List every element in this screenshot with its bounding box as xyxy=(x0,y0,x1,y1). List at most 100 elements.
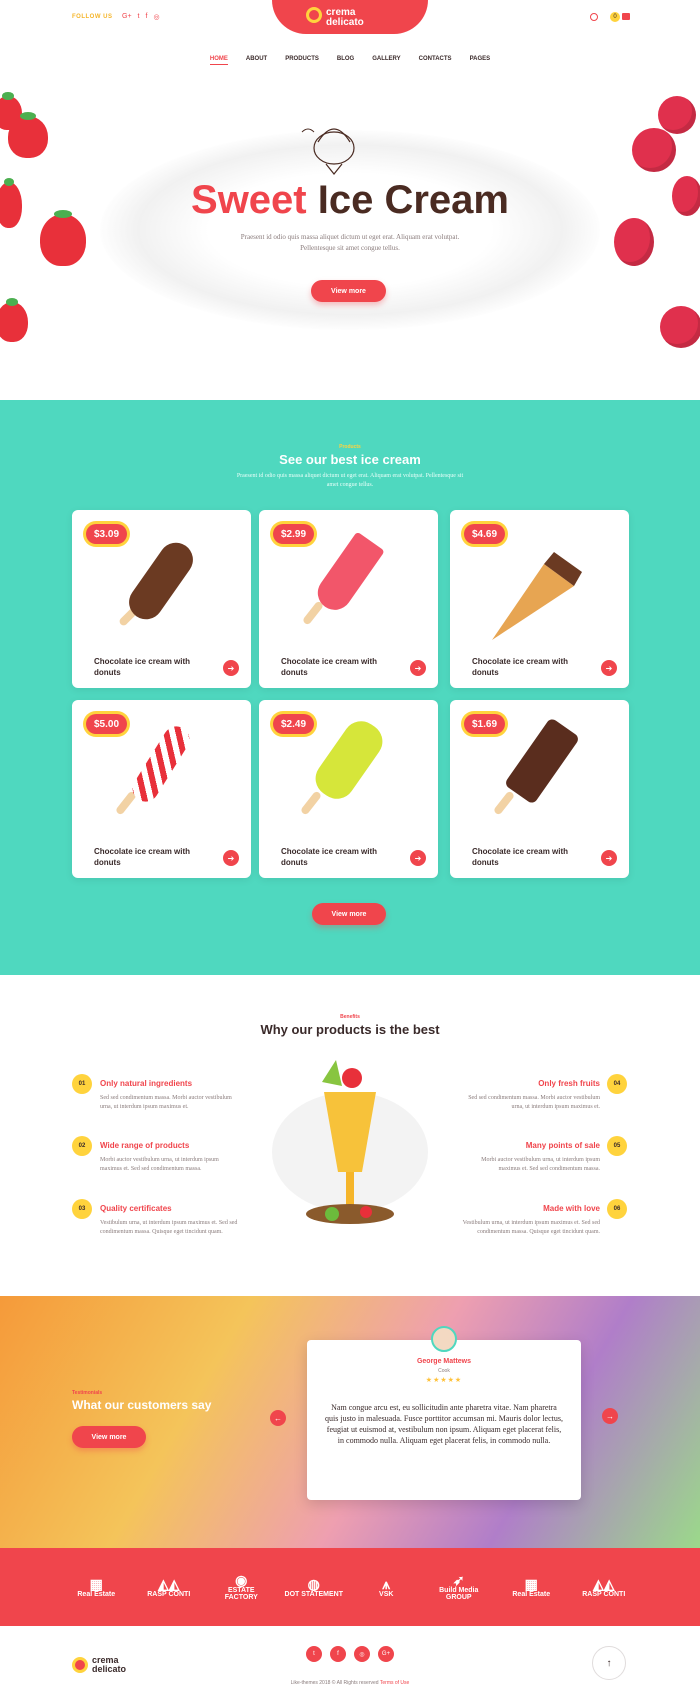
benefit-number: 01 xyxy=(72,1074,92,1094)
search-icon[interactable] xyxy=(590,13,598,21)
follow-us-label: FOLLOW US xyxy=(72,14,113,20)
price-badge: $2.49 xyxy=(273,714,315,734)
partner-label: ESTATE FACTORY xyxy=(224,1587,258,1601)
watermelon-popsicle-image xyxy=(311,531,385,617)
partner-label: Real Estate xyxy=(77,1590,116,1598)
partner-logo: ▦ Real Estate xyxy=(66,1577,126,1598)
benefit-text: Vestibulum urna, ut interdum ipsum maxim… xyxy=(100,1220,238,1235)
arrow-right-icon[interactable]: ➔ xyxy=(601,660,617,676)
nav-pages[interactable]: PAGES xyxy=(470,56,491,65)
benefit-number: 05 xyxy=(607,1136,627,1156)
benefit-title: Only natural ingredients xyxy=(100,1079,193,1088)
hero-title-ice-cream: Ice Cream xyxy=(317,178,509,222)
arrow-right-icon[interactable]: ➔ xyxy=(223,850,239,866)
testimonial-quote: Nam congue arcu est, eu sollicitudin ant… xyxy=(325,1403,563,1445)
partner-logo: ◉ ESTATE FACTORY xyxy=(211,1573,271,1601)
cart-count-badge: 0 xyxy=(610,12,620,22)
popsicle-stick xyxy=(299,790,323,816)
nav-gallery[interactable]: GALLERY xyxy=(372,56,400,65)
price-badge: $1.69 xyxy=(464,714,506,734)
benefit-title: Wide range of products xyxy=(100,1141,190,1150)
copyright-text: Like-themes 2018 © All Rights reserved xyxy=(290,1680,379,1686)
ice-cream-sketch-icon xyxy=(301,128,355,175)
partner-label: Real Estate xyxy=(512,1590,551,1598)
twitter-icon[interactable]: t xyxy=(138,13,140,21)
testimonials-kicker: Testimonials xyxy=(72,1390,103,1396)
instagram-icon[interactable]: ◎ xyxy=(153,13,159,21)
hero-title-sweet: Sweet xyxy=(191,178,307,222)
nav-products[interactable]: PRODUCTS xyxy=(285,56,319,65)
chocolate-bar-popsicle-image xyxy=(503,717,581,805)
benefit-text: Sed sed condimentum massa. Morbi auctor … xyxy=(468,1095,600,1110)
customer-role: Cook xyxy=(438,1368,450,1374)
customer-name: George Mattews xyxy=(416,1358,472,1365)
arrow-right-icon[interactable]: ➔ xyxy=(410,660,426,676)
price-badge: $3.09 xyxy=(86,524,128,544)
arrow-right-icon[interactable]: ➔ xyxy=(410,850,426,866)
benefit-title: Made with love xyxy=(543,1204,600,1213)
products-subtitle: Praesent id odio quis massa aliquet dict… xyxy=(236,473,464,488)
price-badge: $5.00 xyxy=(86,714,128,734)
product-name: Chocolate ice cream with donuts xyxy=(281,847,378,867)
arrow-right-icon[interactable]: ➔ xyxy=(223,660,239,676)
raspberry-image xyxy=(660,306,700,348)
instagram-icon[interactable]: ◎ xyxy=(354,1646,370,1662)
product-card[interactable]: $3.09 Chocolate ice cream with donuts ➔ xyxy=(72,510,251,688)
product-card[interactable]: $5.00 Chocolate ice cream with donuts ➔ xyxy=(72,700,251,878)
logo-swirl-icon xyxy=(306,7,322,23)
products-kicker: Products xyxy=(339,444,361,450)
arrow-right-icon[interactable]: ➔ xyxy=(601,850,617,866)
footer-logo-text-2: delicato xyxy=(92,1664,127,1674)
partner-logo: ◍ DOT STATEMENT xyxy=(284,1577,344,1598)
facebook-icon[interactable]: f xyxy=(330,1646,346,1662)
facebook-icon[interactable]: f xyxy=(146,13,148,21)
rating-stars: ★★★★★ xyxy=(425,1377,463,1384)
nav-about[interactable]: ABOUT xyxy=(246,56,267,65)
product-name: Chocolate ice cream with donuts xyxy=(281,657,378,677)
nav-home[interactable]: HOME xyxy=(209,56,228,65)
nav-contacts[interactable]: CONTACTS xyxy=(419,56,452,65)
logo[interactable]: crema delicato xyxy=(272,0,428,34)
cone-ice-cream-image xyxy=(492,552,582,640)
benefits-kicker: Benefits xyxy=(340,1014,360,1020)
googleplus-icon[interactable]: G+ xyxy=(378,1646,394,1662)
scroll-to-top-button[interactable]: ↑ xyxy=(592,1646,626,1680)
benefit-title: Only fresh fruits xyxy=(538,1079,600,1088)
copyright: Like-themes 2018 © All Rights reserved T… xyxy=(0,1680,700,1686)
raspberry-image xyxy=(658,96,696,134)
benefit-text: Vestibulum urna, ut interdum ipsum maxim… xyxy=(462,1220,600,1235)
popsicle-stick xyxy=(301,600,325,626)
benefit-text: Morbi auctor vestibulum urna, ut interdu… xyxy=(481,1157,600,1172)
twitter-icon[interactable]: t xyxy=(306,1646,322,1662)
benefit-title: Many points of sale xyxy=(525,1141,600,1150)
product-card[interactable]: $2.49 Chocolate ice cream with donuts ➔ xyxy=(259,700,438,878)
hero-subtitle: Praesent id odio quis massa aliquet dict… xyxy=(240,233,460,252)
product-name: Chocolate ice cream with donuts xyxy=(94,657,191,677)
products-view-more-button[interactable]: View more xyxy=(312,903,386,925)
cart-icon[interactable] xyxy=(622,13,630,20)
prev-arrow-icon[interactable]: ← xyxy=(270,1410,286,1426)
hero-view-more-button[interactable]: View more xyxy=(311,280,386,302)
next-arrow-icon[interactable]: → xyxy=(602,1408,618,1424)
benefit-title: Quality certificates xyxy=(100,1204,172,1213)
nav-blog[interactable]: BLOG xyxy=(337,56,354,65)
strawberry-image xyxy=(0,298,28,342)
product-card[interactable]: $1.69 Chocolate ice cream with donuts ➔ xyxy=(450,700,629,878)
products-title: See our best ice cream xyxy=(279,452,421,467)
partner-logo: ◭◭ RASP CONTI xyxy=(574,1577,634,1598)
partner-glyph: ◉ xyxy=(235,1572,248,1588)
avatar xyxy=(431,1326,457,1352)
product-name: Chocolate ice cream with donuts xyxy=(94,847,191,867)
hero-title: Sweet Ice Cream xyxy=(0,178,700,223)
googleplus-icon[interactable]: G+ xyxy=(122,13,132,21)
partner-glyph: ▦ xyxy=(89,1575,103,1592)
chocolate-popsicle-image xyxy=(122,536,200,626)
terms-link[interactable]: Terms of Use xyxy=(380,1680,409,1686)
product-name: Chocolate ice cream with donuts xyxy=(472,657,569,677)
testimonials-view-more-button[interactable]: View more xyxy=(72,1426,146,1448)
partner-glyph: ◍ xyxy=(307,1575,320,1592)
header-social-links: G+ t f ◎ xyxy=(122,13,160,21)
main-nav: HOME ABOUT PRODUCTS BLOG GALLERY CONTACT… xyxy=(0,56,700,65)
product-card[interactable]: $4.69 Chocolate ice cream with donuts ➔ xyxy=(450,510,629,688)
product-card[interactable]: $2.99 Chocolate ice cream with donuts ➔ xyxy=(259,510,438,688)
